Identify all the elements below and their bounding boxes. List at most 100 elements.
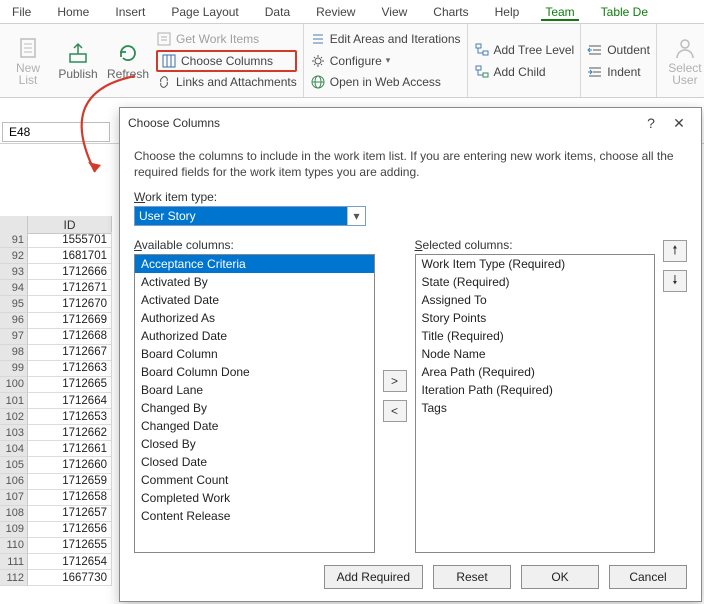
reset-button[interactable]: Reset — [433, 565, 511, 589]
tab-table-design[interactable]: Table De — [597, 3, 652, 21]
tab-team[interactable]: Team — [541, 3, 578, 21]
row-header[interactable]: 93 — [0, 264, 28, 280]
cell-id[interactable]: 1712655 — [28, 538, 112, 554]
row-header[interactable]: 103 — [0, 425, 28, 441]
row-header[interactable]: 96 — [0, 313, 28, 329]
cell-id[interactable]: 1712670 — [28, 296, 112, 312]
available-item[interactable]: Board Column Done — [135, 363, 374, 381]
selected-item[interactable]: Story Points — [416, 309, 655, 327]
available-item[interactable]: Closed By — [135, 435, 374, 453]
add-tree-level-button[interactable]: Add Tree Level — [474, 39, 575, 61]
cell-id[interactable]: 1712653 — [28, 409, 112, 425]
selected-item[interactable]: Tags — [416, 399, 655, 417]
tab-page-layout[interactable]: Page Layout — [167, 3, 242, 21]
row-header[interactable]: 108 — [0, 506, 28, 522]
cell-id[interactable]: 1667730 — [28, 570, 112, 586]
available-item[interactable]: Changed Date — [135, 417, 374, 435]
cell-id[interactable]: 1712662 — [28, 425, 112, 441]
tab-view[interactable]: View — [377, 3, 411, 21]
row-header[interactable]: 112 — [0, 570, 28, 586]
outdent-button[interactable]: Outdent — [587, 39, 650, 61]
selected-columns-list[interactable]: Work Item Type (Required)State (Required… — [415, 254, 656, 553]
available-item[interactable]: Completed Work — [135, 489, 374, 507]
selected-item[interactable]: Area Path (Required) — [416, 363, 655, 381]
cell-id[interactable]: 1712660 — [28, 457, 112, 473]
refresh-button[interactable]: Refresh — [106, 28, 150, 93]
row-header[interactable]: 111 — [0, 554, 28, 570]
available-item[interactable]: Content Release — [135, 507, 374, 525]
available-item[interactable]: Board Lane — [135, 381, 374, 399]
available-item[interactable]: Authorized As — [135, 309, 374, 327]
cell-id[interactable]: 1712661 — [28, 441, 112, 457]
selected-item[interactable]: Title (Required) — [416, 327, 655, 345]
available-item[interactable]: Comment Count — [135, 471, 374, 489]
cell-id[interactable]: 1712656 — [28, 522, 112, 538]
cell-id[interactable]: 1681701 — [28, 248, 112, 264]
row-header[interactable]: 107 — [0, 490, 28, 506]
row-header[interactable]: 98 — [0, 345, 28, 361]
tab-help[interactable]: Help — [491, 3, 524, 21]
cell-id[interactable]: 1712667 — [28, 345, 112, 361]
selected-item[interactable]: Work Item Type (Required) — [416, 255, 655, 273]
configure-button[interactable]: Configure ▾ — [310, 50, 461, 72]
selected-item[interactable]: State (Required) — [416, 273, 655, 291]
cell-id[interactable]: 1712669 — [28, 313, 112, 329]
publish-button[interactable]: Publish — [56, 28, 100, 93]
cell-id[interactable]: 1712666 — [28, 264, 112, 280]
move-left-button[interactable]: < — [383, 400, 407, 422]
row-header[interactable]: 106 — [0, 474, 28, 490]
cell-id[interactable]: 1712665 — [28, 377, 112, 393]
links-attachments-button[interactable]: Links and Attachments — [156, 72, 297, 94]
cell-id[interactable]: 1712659 — [28, 474, 112, 490]
open-web-button[interactable]: Open in Web Access — [310, 71, 461, 93]
available-item[interactable]: Board Column — [135, 345, 374, 363]
get-work-items-button[interactable]: Get Work Items — [156, 28, 297, 50]
available-columns-list[interactable]: Acceptance CriteriaActivated ByActivated… — [134, 254, 375, 553]
row-header[interactable]: 97 — [0, 329, 28, 345]
selected-item[interactable]: Node Name — [416, 345, 655, 363]
tab-review[interactable]: Review — [312, 3, 359, 21]
help-button[interactable]: ? — [637, 109, 665, 137]
row-header[interactable]: 105 — [0, 457, 28, 473]
tab-charts[interactable]: Charts — [429, 3, 472, 21]
available-item[interactable]: Closed Date — [135, 453, 374, 471]
tab-insert[interactable]: Insert — [111, 3, 149, 21]
add-child-button[interactable]: Add Child — [474, 61, 575, 83]
available-item[interactable]: Activated Date — [135, 291, 374, 309]
row-header[interactable]: 102 — [0, 409, 28, 425]
row-header[interactable]: 94 — [0, 280, 28, 296]
cell-id[interactable]: 1555701 — [28, 232, 112, 248]
row-header[interactable]: 100 — [0, 377, 28, 393]
row-header[interactable]: 110 — [0, 538, 28, 554]
cell-id[interactable]: 1712654 — [28, 554, 112, 570]
available-item[interactable]: Changed By — [135, 399, 374, 417]
cell-id[interactable]: 1712658 — [28, 490, 112, 506]
row-header[interactable]: 95 — [0, 296, 28, 312]
cell-id[interactable]: 1712668 — [28, 329, 112, 345]
edit-areas-button[interactable]: Edit Areas and Iterations — [310, 28, 461, 50]
available-item[interactable]: Authorized Date — [135, 327, 374, 345]
select-user-button[interactable]: Select User — [663, 28, 704, 93]
available-item[interactable]: Activated By — [135, 273, 374, 291]
move-up-button[interactable]: 🠕 — [663, 240, 687, 262]
name-box[interactable]: E48 — [2, 122, 110, 142]
cell-id[interactable]: 1712664 — [28, 393, 112, 409]
row-header[interactable]: 91 — [0, 232, 28, 248]
new-list-button[interactable]: New List — [6, 28, 50, 93]
row-header[interactable]: 99 — [0, 361, 28, 377]
selected-item[interactable]: Assigned To — [416, 291, 655, 309]
chevron-down-icon[interactable]: ▾ — [347, 207, 365, 225]
move-down-button[interactable]: 🠗 — [663, 270, 687, 292]
work-item-type-combo[interactable]: User Story ▾ — [134, 206, 366, 226]
row-header[interactable]: 104 — [0, 441, 28, 457]
row-header[interactable]: 101 — [0, 393, 28, 409]
add-required-button[interactable]: Add Required — [324, 565, 423, 589]
tab-data[interactable]: Data — [261, 3, 294, 21]
cell-id[interactable]: 1712671 — [28, 280, 112, 296]
tab-file[interactable]: File — [8, 3, 35, 21]
cancel-button[interactable]: Cancel — [609, 565, 687, 589]
indent-button[interactable]: Indent — [587, 61, 650, 83]
available-item[interactable]: Acceptance Criteria — [135, 255, 374, 273]
row-header[interactable]: 92 — [0, 248, 28, 264]
cell-id[interactable]: 1712663 — [28, 361, 112, 377]
